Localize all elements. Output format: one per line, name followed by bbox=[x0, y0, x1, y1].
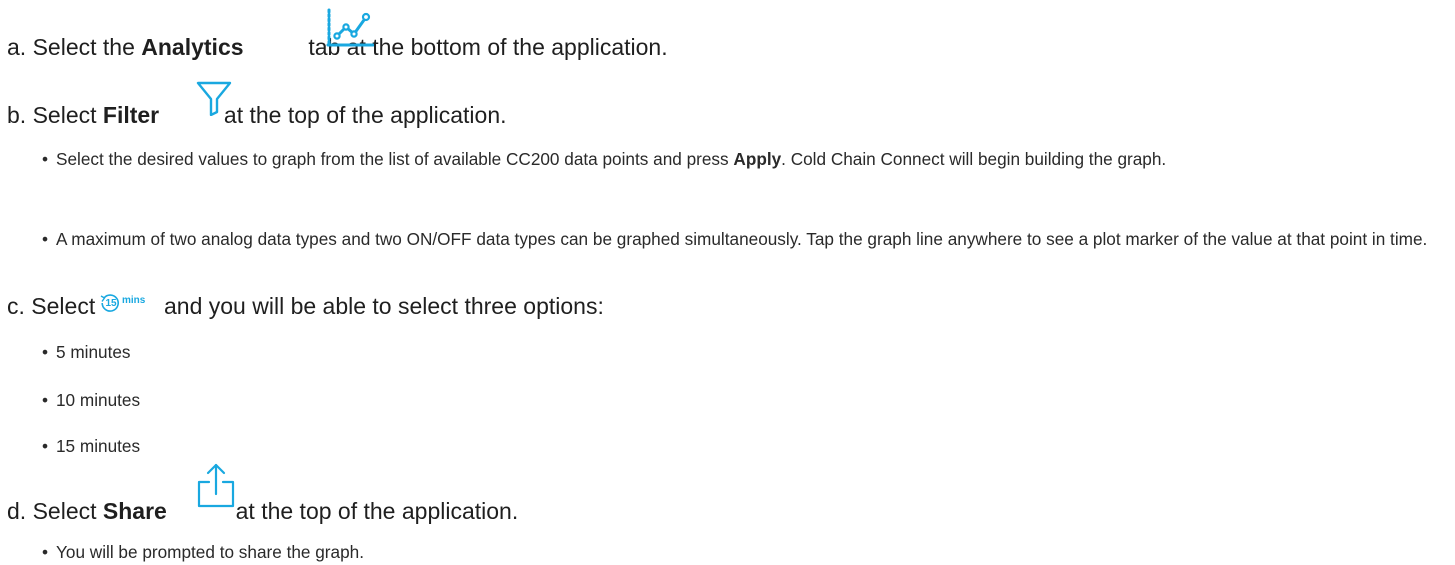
bullet-marker: • bbox=[42, 390, 49, 410]
timer-number: 15 bbox=[105, 298, 117, 309]
analytics-chart-icon bbox=[326, 8, 374, 48]
bullet-text: . Cold Chain Connect will begin building… bbox=[781, 149, 1167, 169]
timer-15-mins-icon: 15 mins bbox=[99, 293, 157, 315]
step-text: Select the bbox=[32, 34, 135, 60]
step-letter: b. bbox=[7, 102, 27, 128]
bullet-marker: • bbox=[42, 542, 49, 562]
list-item: • 5 minutes bbox=[42, 340, 1441, 364]
filter-funnel-icon bbox=[196, 81, 232, 116]
step-bold-term: Share bbox=[102, 498, 167, 524]
timer-unit: mins bbox=[122, 295, 146, 306]
step-letter: c. bbox=[7, 293, 25, 319]
step-text: Select bbox=[32, 102, 97, 128]
bullet-marker: • bbox=[42, 342, 49, 362]
step-text: Select bbox=[32, 498, 97, 524]
bullet-bold-term: Apply bbox=[733, 149, 782, 169]
bullet-marker: • bbox=[42, 229, 49, 249]
step-text: at the top of the application. bbox=[223, 102, 507, 128]
list-item: • 10 minutes bbox=[42, 388, 1441, 412]
bullet-text: 10 minutes bbox=[56, 390, 141, 410]
list-item: • You will be prompted to share the grap… bbox=[42, 540, 1441, 564]
step-bold-term: Filter bbox=[102, 102, 160, 128]
bullet-marker: • bbox=[42, 436, 49, 456]
list-item: • A maximum of two analog data types and… bbox=[42, 227, 1441, 251]
step-c: c. Select and you will be able to select… bbox=[7, 291, 604, 321]
bullet-text: 15 minutes bbox=[56, 436, 141, 456]
step-letter: d. bbox=[7, 498, 27, 524]
step-text: and you will be able to select three opt… bbox=[164, 293, 604, 319]
step-b: b. Select Filter at the top of the appli… bbox=[7, 100, 507, 130]
step-letter: a. bbox=[7, 34, 27, 60]
list-item: • 15 minutes bbox=[42, 434, 1441, 458]
bullet-text: Select the desired values to graph from … bbox=[56, 149, 729, 169]
bullet-text: A maximum of two analog data types and t… bbox=[56, 229, 1428, 249]
list-item: • Select the desired values to graph fro… bbox=[42, 147, 1441, 171]
step-text: Select bbox=[31, 293, 96, 319]
step-text: at the top of the application. bbox=[235, 498, 519, 524]
step-d: d. Select Share at the top of the applic… bbox=[7, 496, 518, 526]
bullet-text: You will be prompted to share the graph. bbox=[56, 542, 364, 562]
step-bold-term: Analytics bbox=[141, 34, 244, 60]
share-upload-icon bbox=[197, 463, 235, 508]
bullet-text: 5 minutes bbox=[56, 342, 131, 362]
bullet-marker: • bbox=[42, 149, 49, 169]
